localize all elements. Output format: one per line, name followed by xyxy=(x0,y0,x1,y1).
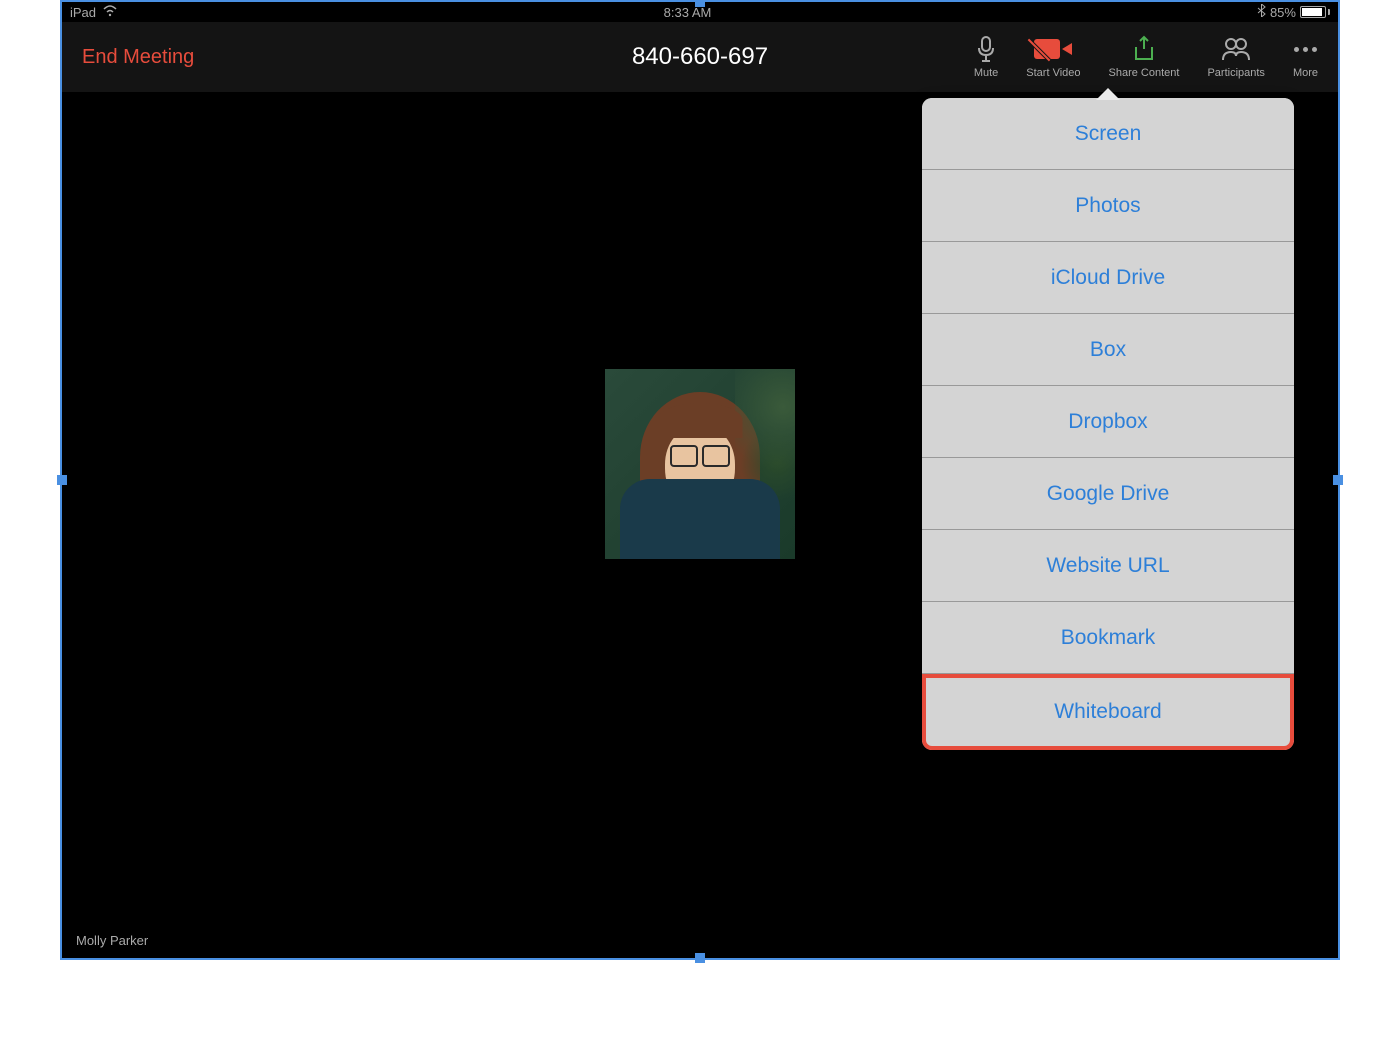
share-option-whiteboard[interactable]: Whiteboard xyxy=(922,674,1294,750)
app-window: iPad 8:33 AM 85% End Meeting 840-660-697 xyxy=(60,0,1340,960)
mute-button[interactable]: Mute xyxy=(974,35,998,79)
bluetooth-icon xyxy=(1257,4,1266,20)
more-icon xyxy=(1294,35,1317,63)
start-video-button[interactable]: Start Video xyxy=(1026,35,1080,79)
share-icon xyxy=(1132,35,1156,63)
share-option-photos[interactable]: Photos xyxy=(922,170,1294,242)
battery-percentage: 85% xyxy=(1270,5,1296,20)
more-button[interactable]: More xyxy=(1293,35,1318,79)
microphone-icon xyxy=(976,35,996,63)
start-video-label: Start Video xyxy=(1026,67,1080,79)
participants-label: Participants xyxy=(1207,67,1264,79)
share-content-menu: Screen Photos iCloud Drive Box Dropbox G… xyxy=(922,98,1294,750)
selection-handle-bottom xyxy=(695,953,705,963)
share-content-button[interactable]: Share Content xyxy=(1109,35,1180,79)
meeting-id-label: 840-660-697 xyxy=(632,43,768,71)
battery-icon xyxy=(1300,6,1330,18)
share-content-label: Share Content xyxy=(1109,67,1180,79)
end-meeting-button[interactable]: End Meeting xyxy=(82,46,194,69)
share-option-dropbox[interactable]: Dropbox xyxy=(922,386,1294,458)
share-option-website-url[interactable]: Website URL xyxy=(922,530,1294,602)
share-option-google-drive[interactable]: Google Drive xyxy=(922,458,1294,530)
meeting-toolbar: End Meeting 840-660-697 Mute Start Video… xyxy=(62,22,1338,92)
mute-label: Mute xyxy=(974,67,998,79)
share-option-screen[interactable]: Screen xyxy=(922,98,1294,170)
participant-avatar xyxy=(605,369,795,559)
camera-off-icon xyxy=(1034,35,1072,63)
participants-button[interactable]: Participants xyxy=(1207,35,1264,79)
selection-handle-top xyxy=(695,0,705,7)
wifi-icon xyxy=(102,5,118,20)
more-label: More xyxy=(1293,67,1318,79)
share-option-bookmark[interactable]: Bookmark xyxy=(922,602,1294,674)
participants-icon xyxy=(1221,35,1251,63)
share-option-box[interactable]: Box xyxy=(922,314,1294,386)
participant-name-label: Molly Parker xyxy=(76,933,148,948)
share-option-icloud-drive[interactable]: iCloud Drive xyxy=(922,242,1294,314)
device-label: iPad xyxy=(70,5,96,20)
